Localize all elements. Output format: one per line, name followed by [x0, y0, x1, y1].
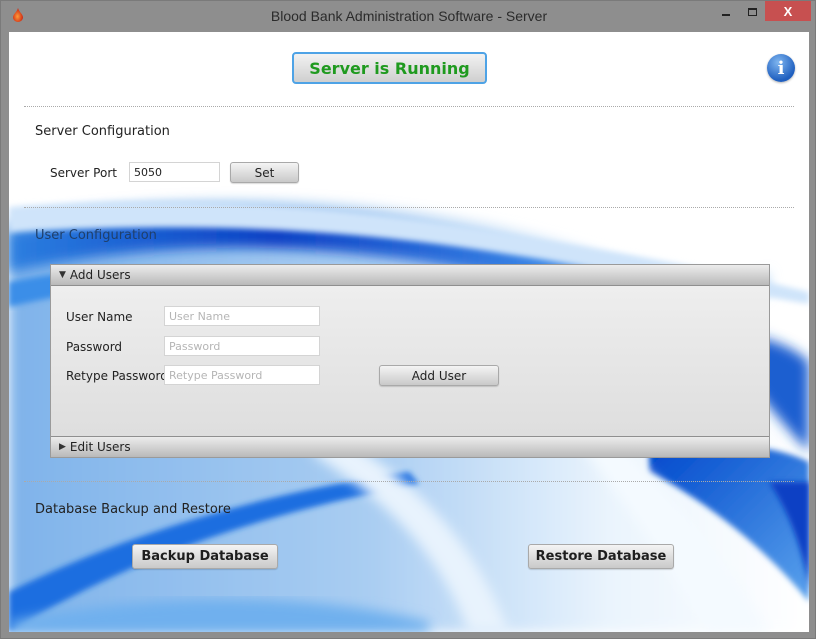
separator: [24, 481, 794, 482]
edit-users-title: Edit Users: [69, 440, 131, 454]
server-port-label: Server Port: [50, 166, 117, 180]
window-title: Blood Bank Administration Software - Ser…: [270, 8, 548, 24]
minimize-button[interactable]: [713, 1, 739, 23]
content: Server is Running i Server Configuration…: [9, 32, 809, 632]
user-name-input[interactable]: [164, 306, 320, 326]
retype-password-label: Retype Password: [66, 369, 168, 383]
add-user-button[interactable]: Add User: [379, 365, 499, 386]
server-status-button[interactable]: Server is Running: [292, 52, 487, 84]
server-port-input[interactable]: [129, 162, 220, 182]
retype-password-input[interactable]: [164, 365, 320, 385]
collapsed-arrow-icon: ▶: [59, 442, 66, 452]
add-users-panel-header[interactable]: ▼ Add Users: [51, 265, 769, 286]
server-configuration-title: Server Configuration: [35, 124, 170, 139]
maximize-button[interactable]: [739, 1, 765, 23]
separator: [24, 207, 794, 208]
minimize-icon: [722, 14, 730, 16]
title-bar[interactable]: Blood Bank Administration Software - Ser…: [1, 1, 816, 32]
set-port-button[interactable]: Set: [230, 162, 299, 183]
backup-database-button[interactable]: Backup Database: [132, 544, 278, 569]
close-icon: X: [783, 3, 793, 19]
restore-database-button[interactable]: Restore Database: [528, 544, 674, 569]
password-input[interactable]: [164, 336, 320, 356]
separator: [24, 106, 794, 107]
add-users-title: Add Users: [69, 268, 131, 282]
user-configuration-title: User Configuration: [35, 228, 157, 243]
database-backup-restore-title: Database Backup and Restore: [35, 502, 231, 517]
add-users-panel-body: User Name Password Retype Password Add U…: [51, 286, 769, 436]
password-label: Password: [66, 340, 123, 354]
main-panel: Server is Running i Server Configuration…: [9, 32, 809, 632]
edit-users-panel-header[interactable]: ▶ Edit Users: [51, 436, 769, 457]
close-button[interactable]: X: [765, 1, 811, 21]
expanded-arrow-icon: ▼: [59, 270, 66, 280]
user-name-label: User Name: [66, 310, 133, 324]
info-icon[interactable]: i: [767, 54, 795, 82]
app-window: Blood Bank Administration Software - Ser…: [0, 0, 816, 639]
users-accordion: ▼ Add Users User Name Password Retype Pa…: [50, 264, 770, 458]
maximize-icon: [747, 8, 757, 16]
